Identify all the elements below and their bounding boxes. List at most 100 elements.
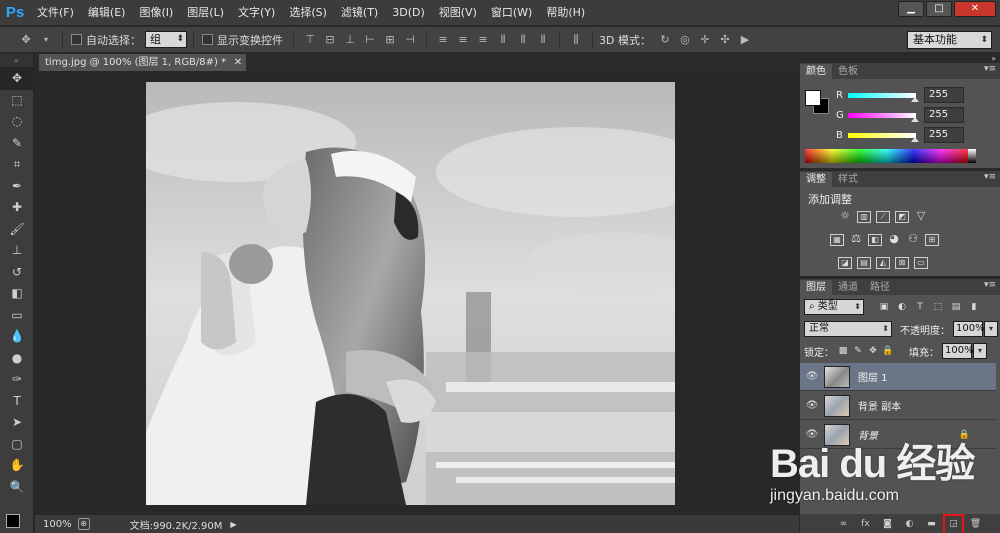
menu-window[interactable]: 窗口(W) <box>484 0 539 26</box>
distribute-vcenter-icon[interactable]: ≡ <box>455 32 471 48</box>
eye-icon[interactable]: 👁 <box>800 400 824 411</box>
posterize-icon[interactable]: ▤ <box>857 257 871 269</box>
quick-select-tool-icon[interactable]: ✎ <box>0 133 34 155</box>
opacity-input[interactable]: 100% <box>953 321 985 337</box>
auto-select-dropdown[interactable]: 组 <box>145 31 187 48</box>
move-tool-icon[interactable]: ✥ <box>18 32 34 48</box>
panel-menu-icon[interactable]: ▾≡ <box>984 172 996 182</box>
shape-tool-icon[interactable]: ▢ <box>0 434 34 456</box>
blend-mode-dropdown[interactable]: 正常 <box>804 321 892 337</box>
menu-image[interactable]: 图像(I) <box>132 0 180 26</box>
foreground-color-swatch[interactable] <box>6 514 20 528</box>
fill-arrow-icon[interactable]: ▾ <box>973 343 987 359</box>
menu-filter[interactable]: 滤镜(T) <box>334 0 385 26</box>
hue-saturation-icon[interactable]: ▦ <box>830 234 844 246</box>
levels-icon[interactable]: ▥ <box>857 211 871 223</box>
filter-toggle-icon[interactable]: ▮ <box>968 301 980 313</box>
toolbox-grip[interactable]: » <box>0 54 33 68</box>
add-mask-icon[interactable]: ◙ <box>881 518 894 531</box>
layer-row[interactable]: 👁 背景 副本 <box>800 392 996 420</box>
eye-icon[interactable]: 👁 <box>800 429 824 440</box>
auto-select-checkbox[interactable] <box>71 34 82 45</box>
menu-select[interactable]: 选择(S) <box>282 0 334 26</box>
menu-edit[interactable]: 编辑(E) <box>81 0 133 26</box>
slider-r[interactable] <box>848 92 919 102</box>
eye-icon[interactable]: 👁 <box>800 371 824 382</box>
move-tool-icon[interactable]: ✥ <box>0 68 34 90</box>
maximize-icon[interactable]: □ <box>926 1 952 17</box>
invert-icon[interactable]: ◪ <box>838 257 852 269</box>
layer-name[interactable]: 图层 1 <box>858 369 888 384</box>
brush-tool-icon[interactable]: 🖌 <box>0 219 34 241</box>
close-window-icon[interactable]: ✕ <box>954 1 996 17</box>
vibrance-icon[interactable]: ▽ <box>914 210 928 223</box>
align-hcenter-icon[interactable]: ⊞ <box>382 32 398 48</box>
distribute-top-icon[interactable]: ≡ <box>435 32 451 48</box>
selective-color-icon[interactable]: ⊠ <box>895 257 909 269</box>
type-filter-icon[interactable]: T <box>914 301 926 313</box>
distribute-bottom-icon[interactable]: ≡ <box>475 32 491 48</box>
lasso-tool-icon[interactable]: ◌ <box>0 111 34 133</box>
menu-3d[interactable]: 3D(D) <box>385 0 432 26</box>
new-adjustment-layer-icon[interactable]: ◐ <box>903 518 916 531</box>
color-spectrum-bw[interactable] <box>968 149 976 163</box>
slider-value-b[interactable]: 255 <box>924 127 964 143</box>
panel-menu-icon[interactable]: ▾≡ <box>984 64 996 74</box>
tab-color[interactable]: 颜色 <box>800 64 832 79</box>
delete-layer-trash-icon[interactable]: 🗑 <box>969 518 982 531</box>
exposure-icon[interactable]: ◩ <box>895 211 909 223</box>
slider-value-r[interactable]: 255 <box>924 87 964 103</box>
document-tab[interactable]: timg.jpg @ 100% (图层 1, RGB/8#) * ✕ <box>39 54 247 71</box>
pen-tool-icon[interactable]: ✑ <box>0 369 34 391</box>
crop-tool-icon[interactable]: ⌗ <box>0 154 34 176</box>
slider-g[interactable] <box>848 112 919 122</box>
3d-scale-icon[interactable]: ▶ <box>737 32 753 48</box>
show-transform-checkbox[interactable] <box>202 34 213 45</box>
workspace-dropdown[interactable]: 基本功能 <box>907 31 992 49</box>
channel-mixer-icon[interactable]: ⚇ <box>906 233 920 246</box>
path-select-tool-icon[interactable]: ➤ <box>0 412 34 434</box>
tool-preset-chevron-icon[interactable]: ▾ <box>38 32 54 48</box>
shape-filter-icon[interactable]: ⬚ <box>932 301 944 313</box>
fill-input[interactable]: 100% <box>942 343 974 359</box>
eyedropper-tool-icon[interactable]: ✒ <box>0 176 34 198</box>
clone-stamp-tool-icon[interactable]: ⊥ <box>0 240 34 262</box>
layer-name[interactable]: 背景 <box>858 427 878 442</box>
panel-menu-icon[interactable]: ▾≡ <box>984 280 996 290</box>
history-brush-tool-icon[interactable]: ↺ <box>0 262 34 284</box>
layer-name[interactable]: 背景 副本 <box>858 398 901 413</box>
align-top-icon[interactable]: ⊤ <box>302 32 318 48</box>
layer-style-fx-icon[interactable]: fx <box>859 518 872 531</box>
photo-filter-icon[interactable]: ◕ <box>887 233 901 246</box>
link-layers-icon[interactable]: ∞ <box>837 518 850 531</box>
slider-value-g[interactable]: 255 <box>924 107 964 123</box>
distribute-left-icon[interactable]: ⫴ <box>495 32 511 48</box>
minimize-icon[interactable]: ▁ <box>898 1 924 17</box>
zoom-tool-icon[interactable]: 🔍 <box>0 477 34 499</box>
distribute-right-icon[interactable]: ⫴ <box>535 32 551 48</box>
slider-b[interactable] <box>848 132 919 142</box>
document-canvas[interactable] <box>146 82 675 505</box>
adjustment-filter-icon[interactable]: ◐ <box>896 301 908 313</box>
slider-thumb[interactable] <box>911 96 919 102</box>
menu-help[interactable]: 帮助(H) <box>539 0 592 26</box>
3d-roll-icon[interactable]: ◎ <box>677 32 693 48</box>
color-spectrum[interactable] <box>805 149 968 163</box>
threshold-icon[interactable]: ◭ <box>876 257 890 269</box>
gradient-tool-icon[interactable]: ▭ <box>0 305 34 327</box>
3d-pan-icon[interactable]: ✛ <box>697 32 713 48</box>
gradient-map-icon[interactable]: ▭ <box>914 257 928 269</box>
eraser-tool-icon[interactable]: ◧ <box>0 283 34 305</box>
new-group-folder-icon[interactable]: ▬ <box>925 518 938 531</box>
zoom-level[interactable]: 100% <box>35 519 78 530</box>
lock-all-icon[interactable]: 🔒 <box>882 345 894 357</box>
pixel-filter-icon[interactable]: ▣ <box>878 301 890 313</box>
tab-swatches[interactable]: 色板 <box>832 64 864 79</box>
align-left-icon[interactable]: ⊢ <box>362 32 378 48</box>
color-lookup-icon[interactable]: ⊞ <box>925 234 939 246</box>
menu-layer[interactable]: 图层(L) <box>180 0 231 26</box>
close-tab-icon[interactable]: ✕ <box>234 54 242 71</box>
align-bottom-icon[interactable]: ⊥ <box>342 32 358 48</box>
3d-rotate-icon[interactable]: ↻ <box>657 32 673 48</box>
tab-layers[interactable]: 图层 <box>800 280 832 295</box>
